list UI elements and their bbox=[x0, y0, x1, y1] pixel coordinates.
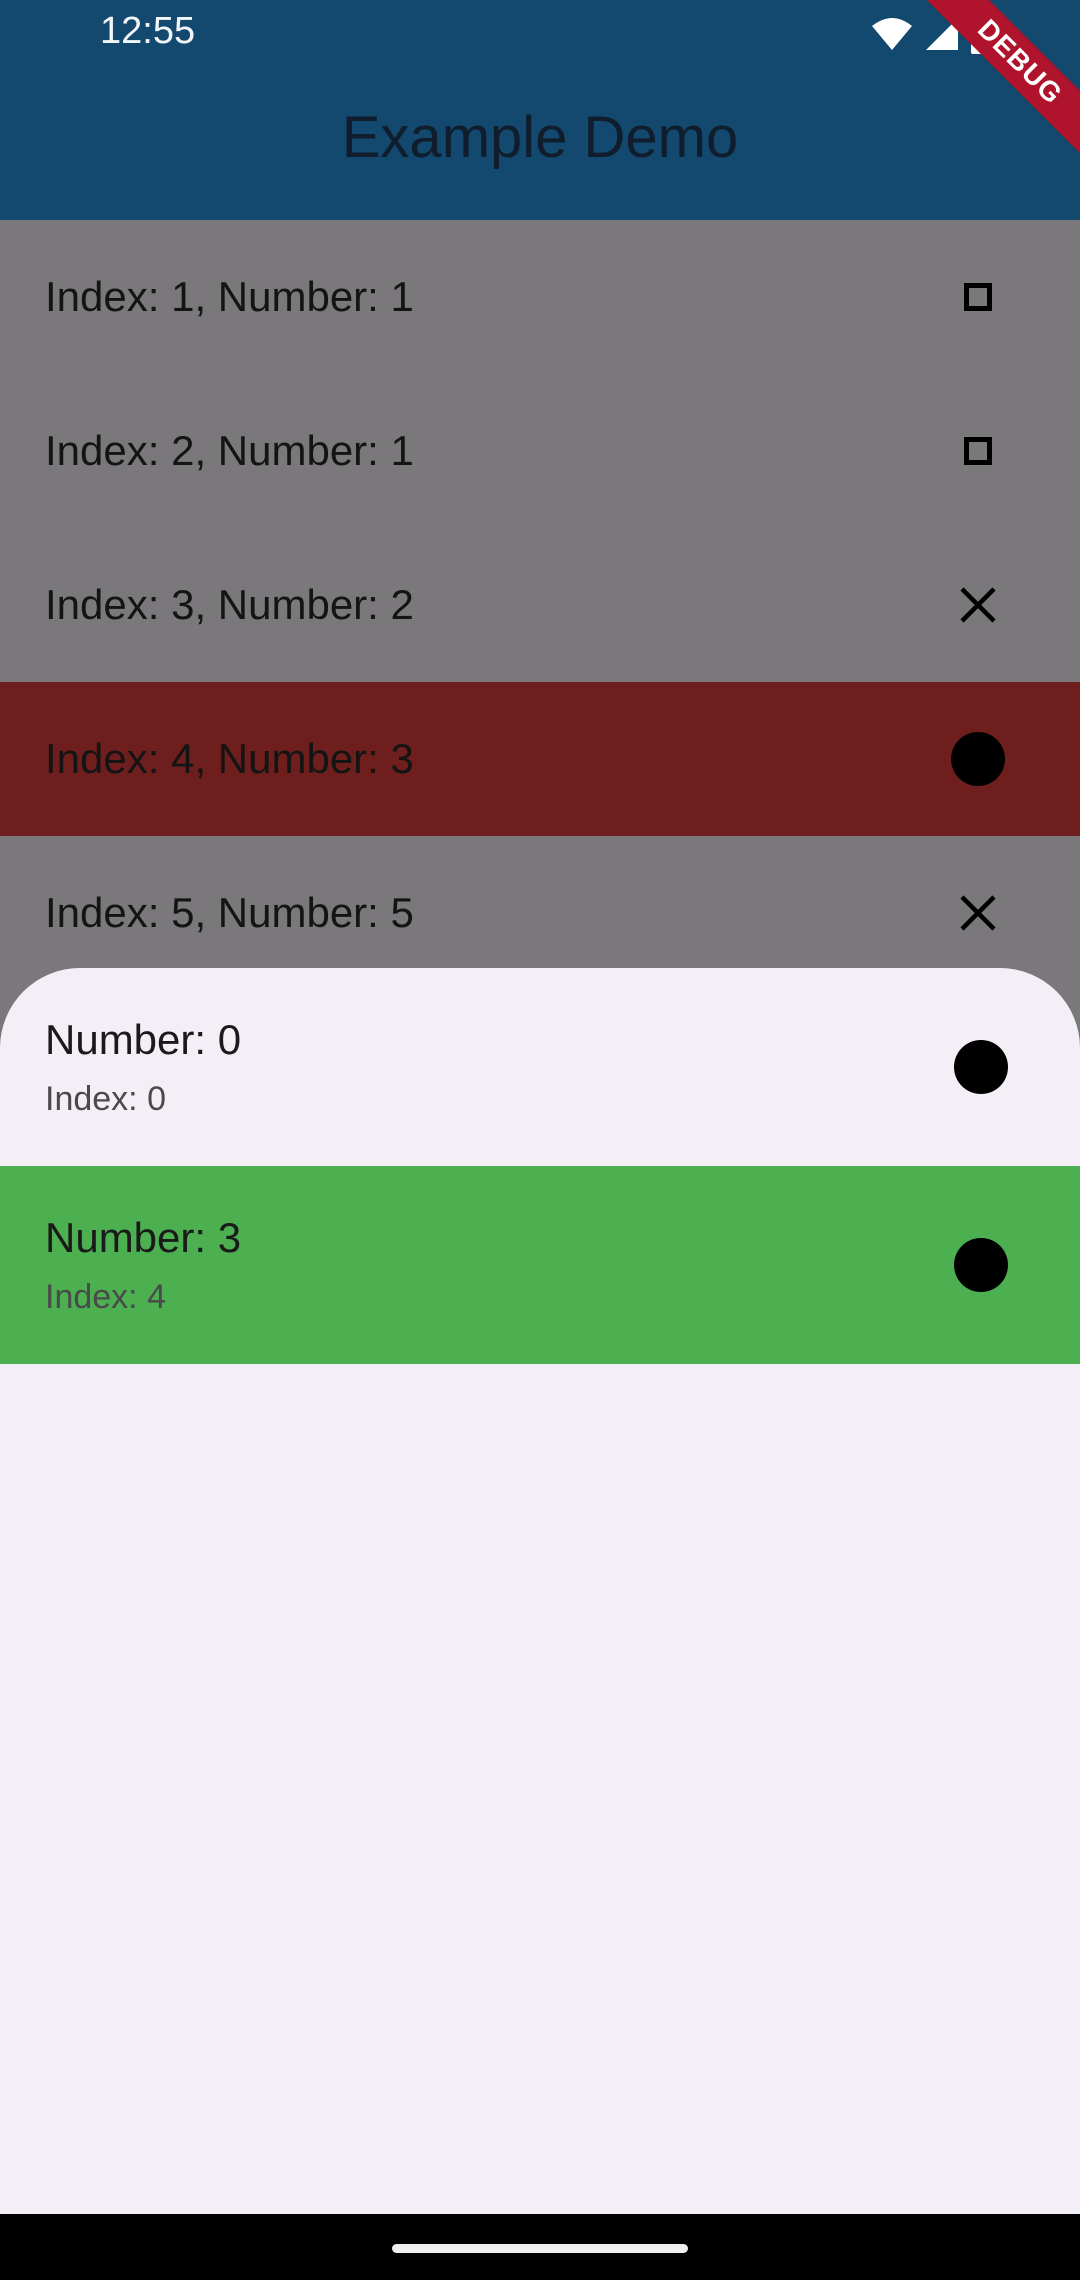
list-item[interactable]: Index: 3, Number: 2 bbox=[0, 528, 1080, 682]
app-bar: 12:55 Example Demo DEBUG bbox=[0, 0, 1080, 220]
battery-icon bbox=[970, 14, 992, 59]
page-title: Example Demo bbox=[341, 105, 739, 170]
list-item-highlighted[interactable]: Index: 4, Number: 3 bbox=[0, 682, 1080, 836]
system-nav-bar bbox=[0, 2214, 1080, 2280]
status-icons bbox=[870, 14, 992, 59]
filled-circle-icon bbox=[954, 1040, 1008, 1094]
list-item[interactable]: Index: 1, Number: 1 bbox=[0, 220, 1080, 374]
screen: 12:55 Example Demo DEBUG Index: 1, Numbe… bbox=[0, 0, 1080, 2280]
wifi-icon bbox=[870, 16, 914, 57]
sheet-item-title: Number: 0 bbox=[45, 1016, 242, 1063]
filled-circle-icon bbox=[948, 729, 1008, 789]
close-icon bbox=[948, 883, 1008, 943]
background-list: Index: 1, Number: 1 Index: 2, Number: 1 … bbox=[0, 220, 1080, 990]
bottom-sheet: Number: 0 Index: 0 Number: 3 Index: 4 bbox=[0, 968, 1080, 2214]
sheet-item-subtitle: Index: 0 bbox=[45, 1080, 166, 1118]
list-item-label: Index: 3, Number: 2 bbox=[45, 581, 414, 628]
sheet-list-item[interactable]: Number: 0 Index: 0 bbox=[0, 968, 1080, 1166]
sheet-item-title: Number: 3 bbox=[45, 1214, 242, 1261]
close-icon bbox=[948, 575, 1008, 635]
sheet-list-item-selected[interactable]: Number: 3 Index: 4 bbox=[0, 1166, 1080, 1364]
list-item-label: Index: 2, Number: 1 bbox=[45, 427, 414, 474]
list-item[interactable]: Index: 5, Number: 5 bbox=[0, 836, 1080, 990]
square-outline-icon bbox=[948, 421, 1008, 481]
list-item-label: Index: 1, Number: 1 bbox=[45, 273, 414, 320]
signal-icon bbox=[924, 16, 960, 57]
list-item-label: Index: 5, Number: 5 bbox=[45, 889, 414, 936]
square-outline-icon bbox=[948, 267, 1008, 327]
status-time: 12:55 bbox=[100, 10, 196, 52]
list-item-label: Index: 4, Number: 3 bbox=[45, 735, 414, 782]
filled-circle-icon bbox=[954, 1238, 1008, 1292]
home-gesture-handle[interactable] bbox=[392, 2244, 688, 2253]
sheet-item-subtitle: Index: 4 bbox=[45, 1278, 166, 1316]
list-item[interactable]: Index: 2, Number: 1 bbox=[0, 374, 1080, 528]
